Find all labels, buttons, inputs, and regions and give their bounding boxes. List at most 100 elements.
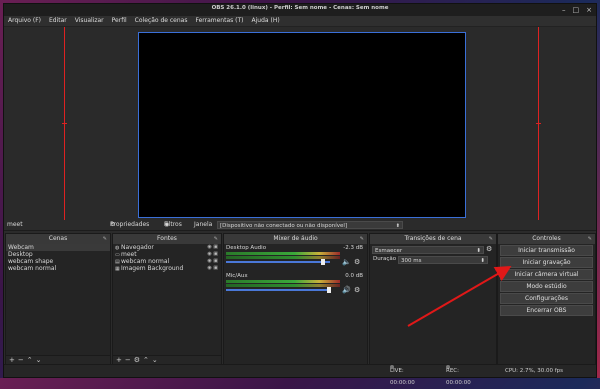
scenes-dock: Cenas ✎ Webcam Desktop webcam shape webca… xyxy=(5,233,111,366)
status-bar: LIVE: 00:00:00 REC: 00:00:00 CPU: 2.7%, … xyxy=(4,364,596,386)
live-time: LIVE: 00:00:00 xyxy=(390,368,415,386)
source-item[interactable]: ▭meet ◉ ▣ xyxy=(113,251,221,258)
move-down-icon[interactable]: ⌄ xyxy=(36,356,45,364)
add-source-icon[interactable]: + xyxy=(116,356,125,364)
window-select[interactable]: [Dispositivo não conectado ou não dispon… xyxy=(217,221,403,229)
visibility-lock-icons[interactable]: ◉ ▣ xyxy=(207,265,218,272)
controls-header: Controles ✎ xyxy=(498,234,595,244)
gear-icon[interactable]: ⚙ xyxy=(354,258,360,266)
move-up-icon[interactable]: ⌃ xyxy=(27,356,36,364)
volume-meter xyxy=(226,284,340,287)
mixer-header: Mixer de áudio ✎ xyxy=(224,234,367,244)
start-virtual-camera-button[interactable]: Iniciar câmera virtual xyxy=(500,269,593,280)
mixer-title: Mixer de áudio xyxy=(273,235,318,242)
scenes-title: Cenas xyxy=(48,235,68,242)
controls-dock: Controles ✎ Iniciar transmissão Iniciar g… xyxy=(497,233,596,366)
visibility-lock-icons[interactable]: ◉ ▣ xyxy=(207,251,218,258)
source-item[interactable]: ▦Imagem Background ◉ ▣ xyxy=(113,265,221,272)
transitions-dock: Transições de cena ✎ Esmaecer ⬍ ⚙ Duração … xyxy=(369,233,497,366)
channel-name: Desktop Audio xyxy=(226,245,267,251)
volume-slider[interactable] xyxy=(226,289,330,291)
visibility-lock-icons[interactable]: ◉ ▣ xyxy=(207,244,218,251)
menu-editar[interactable]: Editar xyxy=(49,16,67,26)
move-down-icon[interactable]: ⌄ xyxy=(152,356,161,364)
minimize-button[interactable]: – xyxy=(562,6,566,14)
menu-perfil[interactable]: Perfil xyxy=(112,16,127,26)
volume-slider[interactable] xyxy=(226,261,330,263)
menu-ferramentas[interactable]: Ferramentas (T) xyxy=(195,16,243,26)
transition-select[interactable]: Esmaecer ⬍ xyxy=(372,246,484,254)
gear-icon[interactable]: ⚙ xyxy=(354,286,360,294)
move-up-icon[interactable]: ⌃ xyxy=(143,356,152,364)
transition-select-value: Esmaecer xyxy=(375,248,403,254)
add-scene-icon[interactable]: + xyxy=(9,356,18,364)
scene-item[interactable]: webcam shape xyxy=(6,258,110,265)
speaker-icon[interactable]: 🔊 xyxy=(342,286,351,294)
window-title: OBS 26.1.0 (linux) - Perfil: Sem nome - … xyxy=(211,5,389,11)
close-button[interactable]: × xyxy=(586,6,592,14)
dock-float-icon[interactable]: ✎ xyxy=(489,234,493,244)
menu-visualizar[interactable]: Visualizar xyxy=(75,16,104,26)
source-item[interactable]: ▤webcam normal ◉ ▣ xyxy=(113,258,221,265)
obs-window: OBS 26.1.0 (linux) - Perfil: Sem nome - … xyxy=(3,3,597,386)
title-bar: OBS 26.1.0 (linux) - Perfil: Sem nome - … xyxy=(4,4,596,16)
menu-ajuda[interactable]: Ajuda (H) xyxy=(252,16,280,26)
properties-label: Propriedades xyxy=(110,221,150,228)
controls-title: Controles xyxy=(532,235,561,242)
dock-float-icon[interactable]: ✎ xyxy=(360,234,364,244)
source-item[interactable]: ◍ Navegador ◉ ▣ xyxy=(113,244,221,251)
volume-slider-handle[interactable] xyxy=(321,259,325,265)
visibility-lock-icons[interactable]: ◉ ▣ xyxy=(207,258,218,265)
preview-area[interactable] xyxy=(4,27,596,220)
chevron-down-icon: ⬍ xyxy=(395,223,400,229)
cpu-status: CPU: 2.7%, 30.00 fps xyxy=(505,368,564,374)
duration-label: Duração xyxy=(373,256,397,262)
gear-icon[interactable]: ⚙ xyxy=(134,356,143,364)
mixer-channel: Mic/Aux 0.0 dB 🔊 ⚙ xyxy=(224,272,367,300)
channel-name: Mic/Aux xyxy=(226,273,248,279)
channel-level: 0.0 dB xyxy=(345,273,363,279)
sources-title: Fontes xyxy=(157,235,177,242)
preview-canvas[interactable] xyxy=(138,32,466,218)
menu-arquivo[interactable]: Arquivo (F) xyxy=(8,16,41,26)
selected-source-name: meet xyxy=(7,221,23,228)
source-toolbar: meet ⚙ Propriedades ◉ Filtros Janela [Di… xyxy=(4,220,596,231)
source-item-label: Imagem Background xyxy=(121,265,184,272)
dock-float-icon[interactable]: ✎ xyxy=(588,234,592,244)
settings-button[interactable]: Configurações xyxy=(500,293,593,304)
scene-item[interactable]: Desktop xyxy=(6,251,110,258)
source-item-label: meet xyxy=(121,251,137,258)
exit-button[interactable]: Encerrar OBS xyxy=(500,305,593,316)
speaker-muted-icon[interactable]: 🔈 xyxy=(342,258,351,266)
menu-colecao-de-cenas[interactable]: Coleção de cenas xyxy=(135,16,188,26)
scene-item[interactable]: Webcam xyxy=(6,244,110,251)
start-recording-button[interactable]: Iniciar gravação xyxy=(500,257,593,268)
dock-float-icon[interactable]: ✎ xyxy=(103,234,107,244)
volume-slider-handle[interactable] xyxy=(327,287,331,293)
rec-time: REC: 00:00:00 xyxy=(446,368,471,386)
guide-tick-left xyxy=(62,123,67,124)
transitions-header: Transições de cena ✎ xyxy=(370,234,496,244)
studio-mode-button[interactable]: Modo estúdio xyxy=(500,281,593,292)
source-item-label: Navegador xyxy=(121,244,154,251)
remove-source-icon[interactable]: − xyxy=(125,356,134,364)
guide-tick-right xyxy=(536,123,541,124)
channel-level: -2.3 dB xyxy=(343,245,363,251)
dock-float-icon[interactable]: ✎ xyxy=(214,234,218,244)
mixer-channel: Desktop Audio -2.3 dB 🔈 ⚙ xyxy=(224,244,367,272)
window-select-value: [Dispositivo não conectado ou não dispon… xyxy=(220,223,348,229)
scene-item[interactable]: webcam normal xyxy=(6,265,110,272)
audio-mixer-dock: Mixer de áudio ✎ Desktop Audio -2.3 dB 🔈 … xyxy=(223,233,368,366)
transitions-title: Transições de cena xyxy=(404,235,462,242)
start-streaming-button[interactable]: Iniciar transmissão xyxy=(500,245,593,256)
window-label: Janela xyxy=(194,221,213,228)
gear-icon[interactable]: ⚙ xyxy=(486,245,492,253)
maximize-button[interactable]: □ xyxy=(573,6,580,14)
scenes-header: Cenas ✎ xyxy=(6,234,110,244)
duration-input[interactable]: 300 ms ⬍ xyxy=(398,256,488,264)
chevron-down-icon: ⬍ xyxy=(476,248,481,254)
stepper-icon[interactable]: ⬍ xyxy=(480,257,485,265)
sources-header: Fontes ✎ xyxy=(113,234,221,244)
remove-scene-icon[interactable]: − xyxy=(18,356,27,364)
filters-label: Filtros xyxy=(164,221,182,228)
